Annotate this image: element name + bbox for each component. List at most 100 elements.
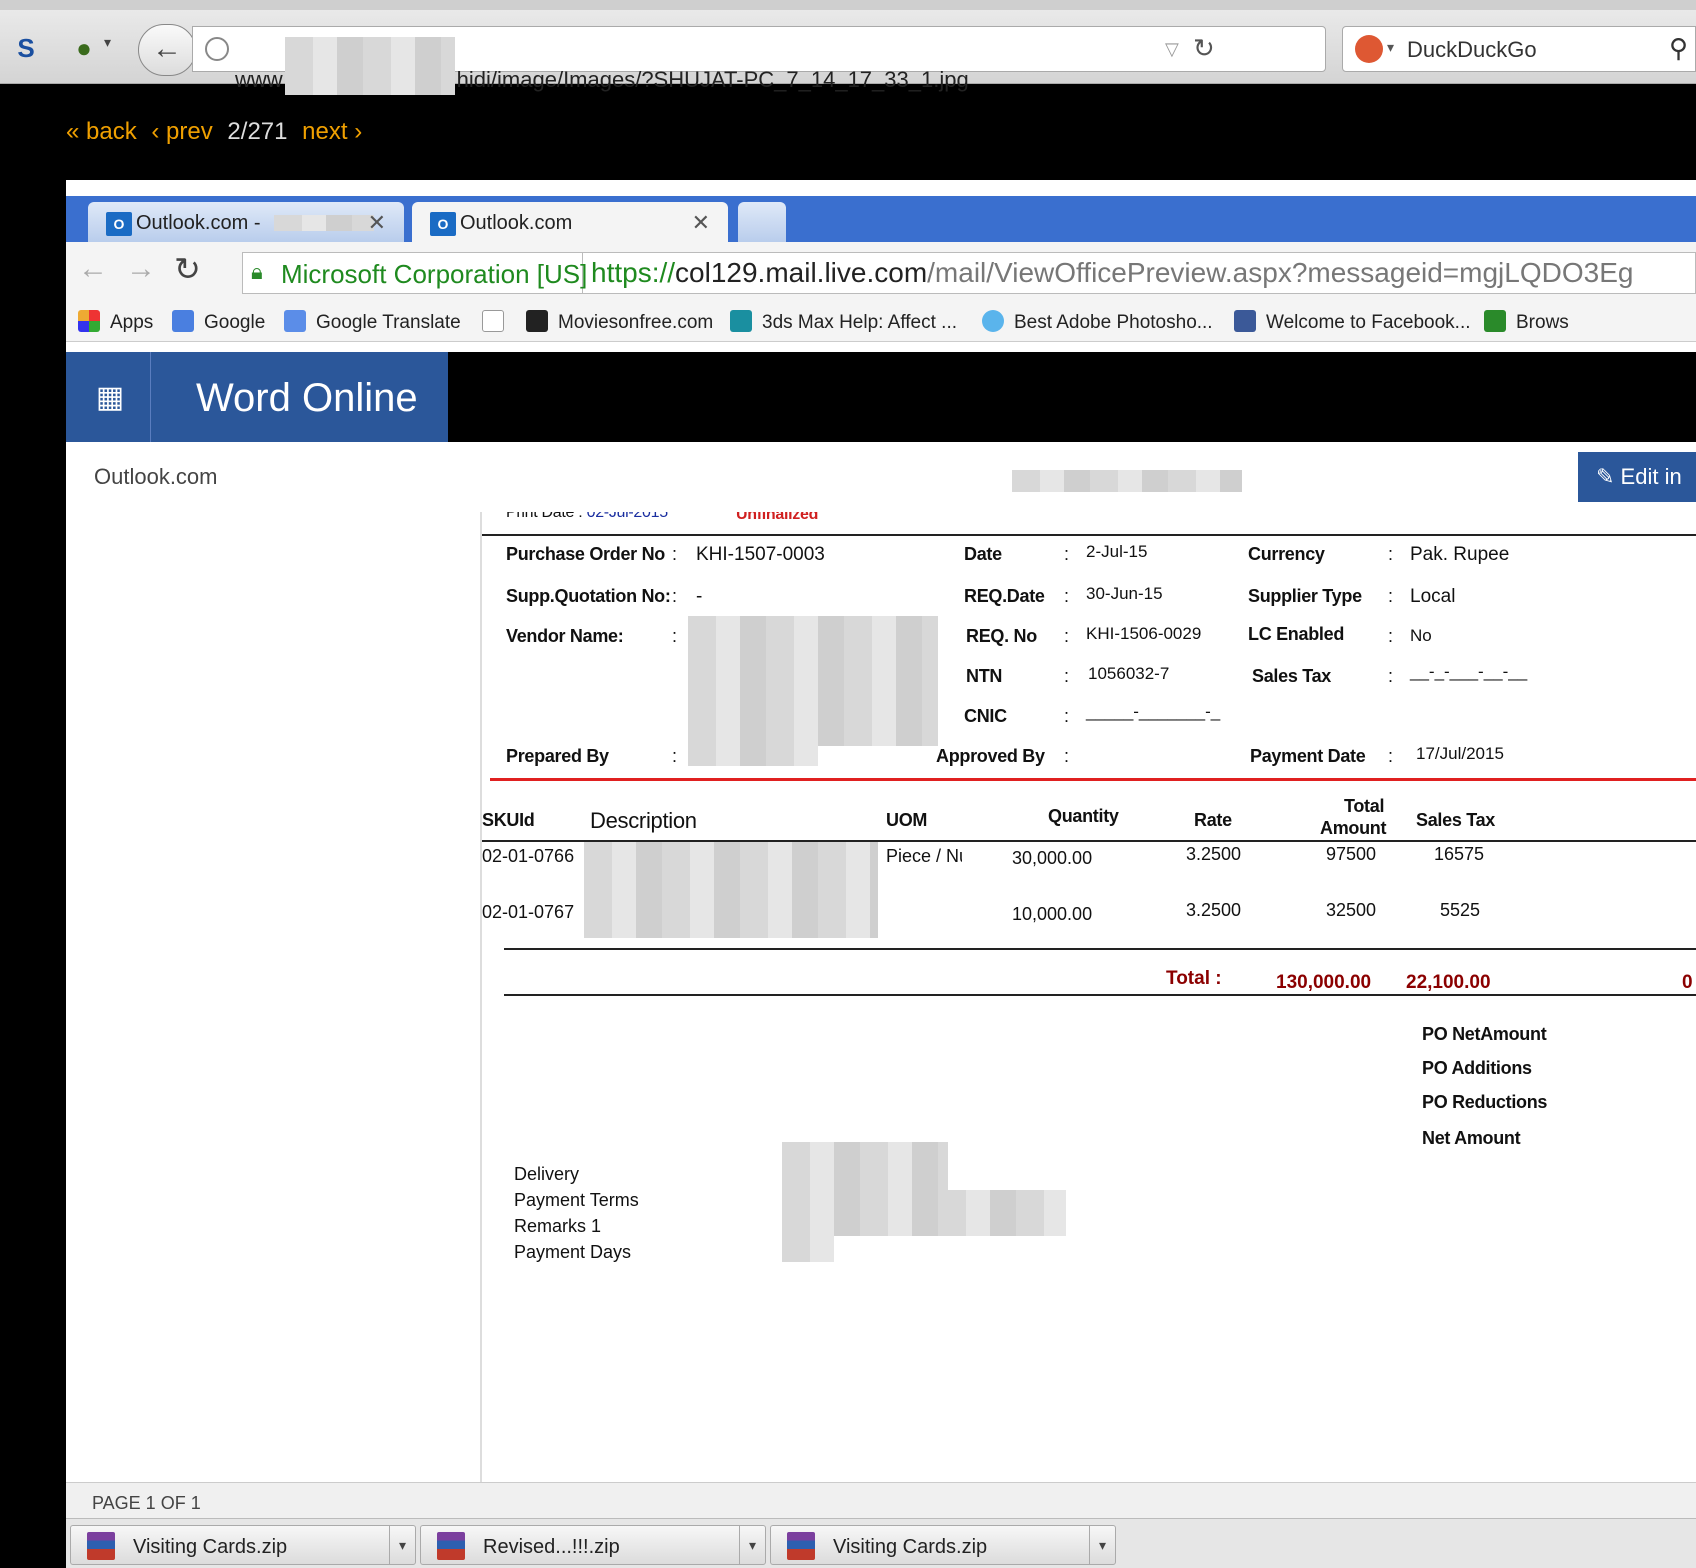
search-box[interactable]: ▾ DuckDuckGo ⚲ — [1342, 26, 1696, 72]
autodesk-icon — [730, 310, 752, 332]
cnic-label: CNIC — [964, 706, 1007, 726]
search-engine-dropdown-icon[interactable]: ▾ — [1387, 39, 1394, 56]
bookmark-3ds-max[interactable]: 3ds Max Help: Affect ... — [730, 310, 957, 334]
remarks-label: Remarks 1 — [514, 1216, 602, 1236]
google-icon — [172, 310, 194, 332]
terms-redacted-1 — [782, 1142, 948, 1190]
app-launcher-icon[interactable]: ▦ — [94, 382, 126, 414]
bookmark-brows[interactable]: Brows — [1484, 310, 1569, 334]
terms-redacted-3 — [782, 1236, 834, 1262]
bookmark-facebook[interactable]: Welcome to Facebook... — [1234, 310, 1471, 334]
bookmark-blank[interactable] — [482, 310, 514, 334]
cnic-value: _____-_______-_ — [1086, 702, 1221, 721]
edit-in-word-button[interactable]: ✎ Edit in — [1578, 452, 1696, 502]
col-header-uom: UOM — [886, 810, 928, 830]
chevron-down-icon[interactable]: ▾ — [739, 1526, 765, 1564]
date-value: 2-Jul-15 — [1086, 542, 1148, 561]
back-link[interactable]: « back — [66, 118, 137, 145]
status-unfinalized: Unfinalized — [736, 512, 819, 523]
total-rule — [504, 994, 1696, 996]
total-amount: 130,000.00 — [1276, 972, 1372, 993]
colon: : — [1064, 586, 1070, 606]
vendor-name-label: Vendor Name: — [506, 626, 624, 646]
chevron-down-icon[interactable]: ▾ — [1089, 1526, 1115, 1564]
bookmark-google[interactable]: Google — [172, 310, 265, 334]
next-link[interactable]: next › — [302, 118, 362, 145]
page-status: PAGE 1 OF 1 — [66, 1482, 1696, 1518]
delivery-label: Delivery — [514, 1164, 580, 1184]
winrar-icon — [437, 1532, 465, 1560]
row-sales-tax: 16575 — [1434, 844, 1485, 864]
supplier-type-value: Local — [1410, 586, 1456, 607]
header-rule — [482, 534, 1696, 536]
prepared-by-label: Prepared By — [506, 746, 609, 766]
download-item[interactable]: Visiting Cards.zip ▾ — [70, 1525, 416, 1565]
supp-quotation-label: Supp.Quotation No: — [506, 586, 671, 606]
req-date-value: 30-Jun-15 — [1086, 584, 1163, 603]
close-icon[interactable]: ✕ — [368, 210, 386, 236]
po-net-amount-label: PO NetAmount — [1422, 1024, 1547, 1044]
col-header-sales-tax: Sales Tax — [1416, 810, 1496, 830]
chrome-reload-icon[interactable]: ↻ — [174, 250, 201, 288]
download-item[interactable]: Visiting Cards.zip ▾ — [770, 1525, 1116, 1565]
po-additions-label: PO Additions — [1422, 1058, 1532, 1078]
url-dropdown-icon[interactable]: ▽ — [1165, 39, 1179, 60]
outlook-link[interactable]: Outlook.com — [94, 464, 218, 490]
url-redacted — [284, 37, 455, 95]
row-rate: 3.2500 — [1186, 900, 1242, 920]
close-icon[interactable]: ✕ — [692, 210, 710, 236]
currency-value: Pak. Rupee — [1410, 544, 1510, 565]
po-number-label: Purchase Order No — [506, 544, 665, 564]
ev-identity-label: Microsoft Corporation [US] — [281, 259, 588, 289]
chevron-down-icon[interactable]: ▾ — [389, 1526, 415, 1564]
row-total: 32500 — [1326, 900, 1377, 920]
col-header-total: Total — [1344, 796, 1385, 816]
section-rule-red — [490, 778, 1696, 781]
document-page: Print Date : 02-Jul-2015 Unfinalized Pur… — [482, 512, 1696, 1482]
back-button[interactable]: ← — [138, 24, 196, 76]
outlook-icon: O — [106, 212, 132, 236]
date-label: Date — [964, 544, 1002, 564]
reload-icon[interactable]: ↻ — [1193, 33, 1215, 64]
addon-s-icon[interactable]: S — [8, 30, 44, 66]
lc-enabled-value: No — [1410, 626, 1432, 645]
supplier-type-label: Supplier Type — [1248, 586, 1362, 606]
chrome-tab-outlook-2[interactable]: O Outlook.com ✕ — [412, 202, 728, 242]
chrome-forward-icon[interactable]: → — [126, 252, 156, 286]
search-icon[interactable]: ⚲ — [1669, 33, 1688, 64]
prev-link[interactable]: ‹ prev — [151, 118, 212, 145]
ev-identity-box[interactable]: 🔒︎ Microsoft Corporation [US] — [243, 253, 587, 293]
po-number: KHI-1507-0003 — [696, 544, 825, 565]
row-quantity: 30,000.00 — [1012, 848, 1093, 868]
chrome-tab-outlook-1[interactable]: O Outlook.com - ✕ — [88, 202, 404, 242]
bookmark-photoshop[interactable]: Best Adobe Photosho... — [982, 310, 1213, 334]
winrar-icon — [87, 1532, 115, 1560]
download-item[interactable]: Revised...!!!.zip ▾ — [420, 1525, 766, 1565]
bookmarks-bar: Apps Google Google Translate Moviesonfre… — [66, 298, 1696, 342]
chrome-url-bar[interactable]: 🔒︎ Microsoft Corporation [US] https://co… — [242, 252, 1696, 294]
apps-grid-icon — [78, 310, 100, 332]
download-name: Visiting Cards.zip — [833, 1536, 988, 1558]
new-tab-button[interactable] — [738, 202, 786, 242]
colon: : — [1064, 626, 1070, 646]
chrome-back-icon[interactable]: ← — [78, 252, 108, 286]
colon: : — [672, 586, 678, 606]
bookmark-google-translate[interactable]: Google Translate — [284, 310, 461, 334]
prepared-by-redacted — [688, 738, 818, 766]
chrome-url-text: https://col129.mail.live.com/mail/ViewOf… — [591, 257, 1633, 289]
bookmark-label: Welcome to Facebook... — [1266, 312, 1471, 333]
addon-dropdown-icon[interactable]: ▾ — [104, 34, 111, 51]
firefox-url-bar[interactable]: www hidi/image/Images/?SHUJAT-PC_7_14_17_… — [192, 26, 1326, 95]
url-host: col129.mail.live.com — [675, 257, 928, 288]
addon-onion-icon[interactable]: ● — [66, 30, 102, 66]
bookmark-moviesonfree[interactable]: Moviesonfree.com — [526, 310, 713, 334]
bookmark-apps[interactable]: Apps — [78, 310, 153, 334]
sales-tax-label: Sales Tax — [1252, 666, 1332, 686]
gallery-nav: « back ‹ prev 2/271 next › — [66, 118, 370, 146]
net-amount-label: Net Amount — [1422, 1128, 1521, 1148]
row-skuid: 02-01-0766 — [482, 846, 575, 866]
colon: : — [1064, 544, 1070, 564]
brand-divider — [150, 352, 151, 442]
row-rate: 3.2500 — [1186, 844, 1242, 864]
bookmark-label: Best Adobe Photosho... — [1014, 312, 1213, 333]
